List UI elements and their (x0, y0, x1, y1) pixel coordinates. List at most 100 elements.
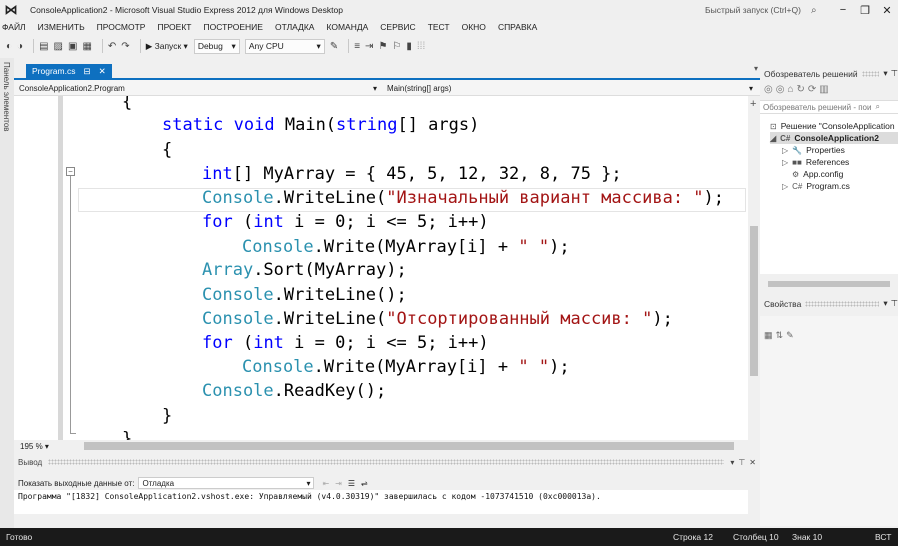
save-all-icon[interactable]: ▦ (82, 41, 91, 52)
redo-icon[interactable]: ↷ (121, 41, 129, 52)
status-column: Столбец 10 (733, 532, 779, 542)
output-text-area[interactable]: Программа "[1832] ConsoleApplication2.vs… (14, 490, 748, 514)
code-token: i = 0; i <= 5; i++) (283, 212, 489, 232)
solution-search-input[interactable]: Обозреватель решений - пои ⌕ (760, 100, 898, 114)
solution-horizontal-scrollbar[interactable] (760, 280, 898, 288)
menu-item[interactable]: СПРАВКА (498, 22, 537, 32)
alphabetical-icon[interactable]: ⇅ (776, 330, 787, 340)
chevron-down-icon: ▾ (372, 83, 377, 93)
expand-arrow-icon[interactable]: ◢ (770, 134, 776, 143)
output-panel: Вывод ▾ ⊤ ✕ Показать выходные данные от:… (14, 456, 760, 528)
menu-item[interactable]: ПОСТРОЕНИЕ (204, 22, 263, 32)
panel-grip (861, 70, 880, 77)
editor-vertical-scrollbar[interactable]: + (748, 96, 760, 440)
prev-message-icon[interactable]: ⇤ (322, 479, 329, 488)
search-icon[interactable]: ⌕ (875, 102, 879, 112)
platform-dropdown[interactable]: Any CPU ▾ (244, 38, 325, 54)
forward-icon[interactable]: ◑ (17, 41, 23, 52)
expand-arrow-icon[interactable]: ▷ (782, 182, 788, 191)
scrollbar-thumb[interactable] (750, 226, 758, 376)
chevron-down-icon[interactable]: ▾ (883, 298, 887, 309)
next-message-icon[interactable]: ⇥ (335, 479, 342, 488)
bookmark-icon[interactable]: ⚑ (378, 41, 387, 52)
editor-horizontal-scrollbar[interactable] (84, 442, 734, 450)
menu-item[interactable]: СЕРВИС (380, 22, 415, 32)
output-horizontal-scrollbar[interactable] (14, 514, 748, 524)
close-button[interactable]: ✕ (876, 0, 898, 20)
format-icon[interactable]: ≡ (354, 41, 360, 52)
scrollbar-thumb[interactable] (768, 281, 890, 287)
word-wrap-icon[interactable]: ⇌ (361, 479, 368, 488)
quick-launch-input[interactable]: Быстрый запуск (Ctrl+Q) ⌕ (705, 3, 835, 17)
open-file-icon[interactable]: ▨ (54, 41, 63, 52)
clear-all-icon[interactable]: ☰ (348, 479, 355, 488)
sync-icon[interactable]: ↻ (797, 84, 808, 95)
pin-icon[interactable]: ⊤ (891, 298, 898, 309)
collapse-all-icon[interactable]: ▥ (819, 84, 831, 95)
chevron-down-icon[interactable]: ▾ (754, 64, 758, 73)
menu-item[interactable]: ОТЛАДКА (275, 22, 315, 32)
menu-item[interactable]: КОМАНДА (326, 22, 368, 32)
chevron-down-icon[interactable]: ▾ (730, 458, 734, 467)
panel-grip (805, 300, 880, 307)
menu-item[interactable]: ПРОСМОТР (97, 22, 146, 32)
categorized-icon[interactable]: ▦ (764, 330, 776, 340)
breakpoint-icon[interactable]: ▮ (406, 41, 412, 52)
code-token: int (202, 164, 233, 184)
pin-icon[interactable]: ⊟ (83, 66, 90, 77)
menu-item[interactable]: ОКНО (462, 22, 486, 32)
split-icon[interactable]: + (750, 98, 756, 110)
type-dropdown[interactable]: ConsoleApplication2.Program ▾ (16, 82, 380, 94)
tree-item[interactable]: ▷ C# Program.cs (782, 180, 850, 192)
tree-item[interactable]: ▷ 🔧 Properties (782, 144, 845, 156)
menu-item[interactable]: ТЕСТ (428, 22, 450, 32)
restore-button[interactable]: ❐ (854, 0, 876, 20)
minimize-button[interactable]: − (832, 0, 854, 20)
bookmark-prev-icon[interactable]: ⚐ (392, 41, 401, 52)
quick-launch-placeholder: Быстрый запуск (Ctrl+Q) (705, 5, 801, 15)
zoom-dropdown[interactable]: 195 % ▾ (20, 442, 60, 451)
code-line: { (162, 139, 172, 161)
code-editor[interactable]: − {static void Main(string[] args){int[]… (14, 96, 748, 440)
code-token: void (233, 115, 275, 135)
configuration-dropdown[interactable]: Debug ▾ (193, 38, 240, 54)
search-icon[interactable]: ⌕ (811, 5, 817, 16)
member-dropdown[interactable]: Main(string[] args) ▾ (384, 82, 756, 94)
tab-program-cs[interactable]: Program.cs ⊟ ✕ (26, 64, 112, 78)
find-icon[interactable]: ✎ (330, 41, 338, 52)
collapse-outline-icon[interactable]: − (66, 167, 75, 176)
status-text: Готово (6, 532, 33, 542)
expand-arrow-icon[interactable]: ▷ (782, 158, 788, 167)
forward-icon[interactable]: ◎ (776, 84, 788, 95)
code-token: Console (202, 381, 274, 401)
chevron-down-icon[interactable]: ▾ (883, 68, 887, 79)
show-output-from-label: Показать выходные данные от: (18, 478, 135, 488)
expand-arrow-icon[interactable]: ▷ (782, 146, 788, 155)
close-icon[interactable]: ✕ (99, 66, 106, 77)
tree-item[interactable]: ⚙ App.config (788, 168, 843, 180)
code-token: "Отсортированный массив: " (386, 309, 653, 329)
menu-item[interactable]: ФАЙЛ (2, 22, 26, 32)
property-pages-icon[interactable]: ✎ (786, 330, 797, 340)
comment-icon[interactable]: ⁞⁞⁞ (417, 41, 425, 52)
toolbox-tab-label[interactable]: Панель элементов (2, 62, 11, 132)
back-icon[interactable]: ◐ (6, 41, 12, 52)
tree-item[interactable]: ▷ ■■ References (782, 156, 849, 168)
tree-item[interactable]: ⊡ Решение "ConsoleApplication (766, 120, 895, 132)
home-icon[interactable]: ⌂ (787, 84, 796, 95)
pin-icon[interactable]: ⊤ (891, 68, 898, 79)
start-button[interactable]: ▶ Запуск ▾ (146, 41, 188, 52)
indent-icon[interactable]: ⇥ (365, 41, 373, 52)
new-project-icon[interactable]: ▤ (39, 41, 48, 52)
back-icon[interactable]: ◎ (764, 84, 776, 95)
menu-item[interactable]: ИЗМЕНИТЬ (38, 22, 85, 32)
menu-item[interactable]: ПРОЕКТ (157, 22, 191, 32)
save-icon[interactable]: ▣ (68, 41, 77, 52)
code-token: i = 0; i <= 5; i++) (283, 333, 489, 353)
output-source-dropdown[interactable]: Отладка ▾ (138, 477, 315, 489)
undo-icon[interactable]: ↶ (108, 41, 116, 52)
pin-icon[interactable]: ⊤ (738, 458, 745, 467)
tree-item[interactable]: ◢ C# ConsoleApplication2 (770, 132, 898, 144)
refresh-icon[interactable]: ⟳ (808, 84, 819, 95)
close-icon[interactable]: ✕ (749, 458, 756, 467)
